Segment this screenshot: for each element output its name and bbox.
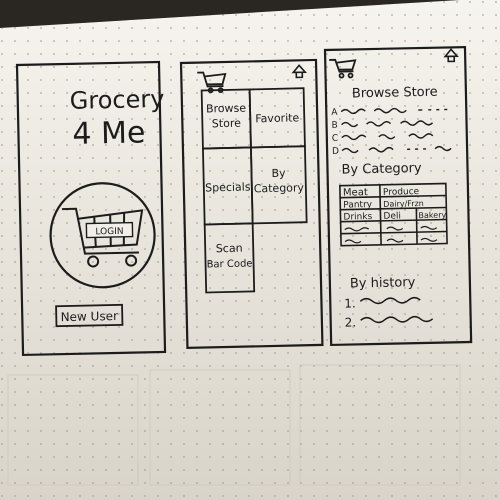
category-meat[interactable]: Meat <box>343 187 368 199</box>
history-heading: By history <box>350 275 416 291</box>
login-label: LOGIN <box>95 227 123 238</box>
sketch-scene: Grocery 4 Me LOGIN New User Browse Store… <box>0 0 500 500</box>
history-item-number-1: 1. <box>344 296 356 310</box>
history-item-number-2: 2. <box>345 315 357 329</box>
category-dairy-frozen[interactable]: Dairy/Frzn <box>383 199 424 209</box>
tile-scan-line2: Bar Code <box>207 258 253 270</box>
category-produce[interactable]: Produce <box>383 187 420 198</box>
tile-browse-line1: Browse <box>206 102 247 116</box>
tile-category-line1: By <box>271 167 286 180</box>
browse-letter-a: A <box>331 108 338 118</box>
category-deli[interactable]: Deli <box>383 211 401 221</box>
browse-letter-d: D <box>332 147 339 157</box>
category-bakery[interactable]: Bakery <box>418 210 446 220</box>
tile-favorite-line1: Favorite <box>255 111 299 125</box>
category-pantry[interactable]: Pantry <box>343 200 373 211</box>
browse-letter-b: B <box>331 121 337 131</box>
tile-scan-line1: Scan <box>216 242 243 256</box>
tile-category-line2: Category <box>254 181 305 195</box>
app-title-line2: 4 Me <box>72 115 146 152</box>
category-heading: By Category <box>341 161 422 178</box>
browse-heading: Browse Store <box>352 85 438 102</box>
tile-browse-line2: Store <box>212 117 242 131</box>
app-title-line1: Grocery <box>69 85 164 115</box>
category-drinks[interactable]: Drinks <box>343 212 372 223</box>
browse-letter-c: C <box>332 134 339 144</box>
notebook-page <box>0 0 500 500</box>
tile-specials-line1: Specials <box>205 180 251 194</box>
new-user-label: New User <box>60 309 118 324</box>
